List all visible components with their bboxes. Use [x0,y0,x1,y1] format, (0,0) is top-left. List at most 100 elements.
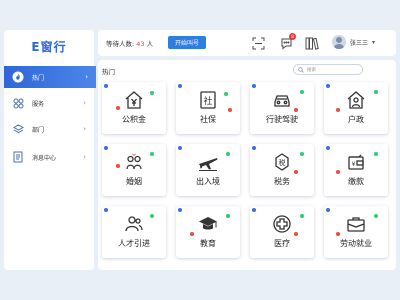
status-dot [326,146,330,150]
status-dot [104,146,108,150]
status-dot [252,208,256,212]
service-label: 医疗 [274,239,290,248]
status-dot [336,232,340,236]
service-label: 出入境 [196,177,220,186]
service-label: 户政 [348,115,364,124]
grid-icon [12,97,24,109]
status-dot [294,232,298,236]
status-dot [300,152,304,156]
status-dot [150,214,154,218]
status-dot [336,108,340,112]
car-icon [274,95,290,107]
status-dot [178,208,182,212]
service-label: 缴款 [348,177,364,186]
status-dot [116,106,120,110]
status-dot [226,152,230,156]
queue-unit: 人 [146,40,154,48]
status-dot [336,170,340,174]
graduation-cap-icon [199,217,217,230]
service-label: 税务 [274,177,290,186]
status-dot [294,170,298,174]
main-panel: 热门 搜索 公积金 社 社保 行驶驾驶 户政 婚姻 出入境 税 税务 ¥ 缴款 … [98,60,396,270]
service-label: 行驶驾驶 [266,115,298,124]
sidebar-item-label: 消息中心 [32,154,57,162]
service-card-marriage[interactable]: 婚姻 [102,144,166,196]
sidebar-item-hot[interactable]: 热门 › [4,66,96,88]
status-dot [294,108,298,112]
search-input[interactable]: 搜索 [293,64,363,75]
user-name: 张三三 [350,39,369,47]
status-dot [104,208,108,212]
status-dot [224,92,228,96]
airplane-icon [199,158,218,171]
status-dot [374,214,378,218]
household-icon [347,91,365,109]
service-label: 人才引进 [118,239,150,248]
house-yen-icon [125,91,143,109]
service-card-employment[interactable]: 劳动就业 [324,206,388,258]
status-dot [226,214,230,218]
search-placeholder: 搜索 [307,67,316,73]
status-dot [326,208,330,212]
medical-icon [273,215,291,233]
service-card-vehicle-driving[interactable]: 行驶驾驶 [250,82,314,134]
service-card-medical[interactable]: 医疗 [250,206,314,258]
service-card-household[interactable]: 户政 [324,82,388,134]
scan-icon[interactable] [250,35,266,51]
sidebar: E窗行 热门 › 服务 › 部门 › 消息中心 › [4,30,96,270]
service-label: 公积金 [122,115,146,124]
service-card-provident-fund[interactable]: 公积金 [102,82,166,134]
queue-label: 等待人数: [106,40,135,48]
sidebar-item-messages[interactable]: 消息中心 › [4,146,94,168]
wallet-icon: ¥ [348,154,364,170]
service-label: 教育 [200,239,216,248]
svg-text:社: 社 [203,95,212,107]
status-dot [252,146,256,150]
chevron-right-icon: › [83,125,86,133]
status-dot [150,152,154,156]
sidebar-item-label: 部门 [32,126,45,134]
status-dot [374,90,378,94]
start-calling-button[interactable]: 开始叫号 [168,36,206,49]
queue-status: 等待人数: 43 人 [106,38,153,48]
sidebar-item-services[interactable]: 服务 › [4,92,94,114]
search-icon [298,66,304,73]
tax-icon: 税 [275,153,289,171]
status-dot [374,152,378,156]
avatar [332,35,346,49]
message-badge: 8 [289,33,296,40]
message-icon[interactable]: 8 [278,33,296,51]
service-card-payment[interactable]: ¥ 缴款 [324,144,388,196]
chevron-right-icon: › [85,73,88,81]
status-dot [104,84,108,88]
document-icon [12,151,24,163]
sidebar-item-label: 服务 [32,100,45,108]
social-security-icon: 社 [200,91,216,109]
service-card-social-security[interactable]: 社 社保 [176,82,240,134]
marriage-icon [126,153,142,170]
app-logo: E窗行 [31,40,67,54]
top-bar: 等待人数: 43 人 开始叫号 8 张三三 ▾ [98,30,396,56]
user-menu[interactable]: 张三三 ▾ [332,35,375,49]
status-dot [178,146,182,150]
sidebar-item-departments[interactable]: 部门 › [4,118,94,140]
people-icon [125,216,143,232]
service-card-taxation[interactable]: 税 税务 [250,144,314,196]
status-dot [150,91,154,95]
status-dot [116,164,120,168]
service-label: 婚姻 [126,177,142,186]
status-dot [300,214,304,218]
service-card-talent[interactable]: 人才引进 [102,206,166,258]
books-icon[interactable] [304,35,320,51]
status-dot [300,90,304,94]
service-label: 社保 [200,115,216,124]
svg-text:¥: ¥ [352,161,356,168]
service-card-exit-entry[interactable]: 出入境 [176,144,240,196]
service-card-education[interactable]: 教育 [176,206,240,258]
chevron-down-icon: ▾ [372,38,376,46]
service-label: 劳动就业 [340,239,372,248]
queue-count: 43 [136,40,145,48]
chevron-right-icon: › [83,153,86,161]
layers-icon [12,123,24,135]
status-dot [252,84,256,88]
